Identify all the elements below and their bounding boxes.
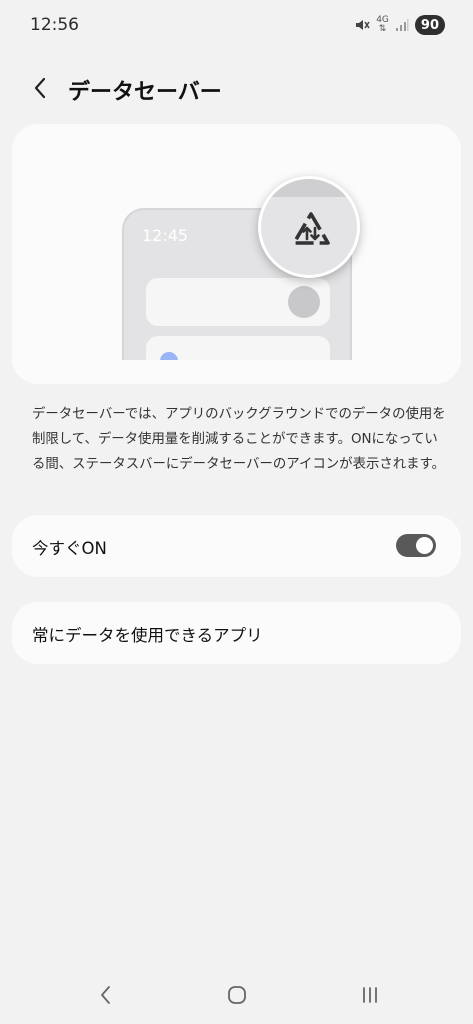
mock-circle	[288, 286, 320, 318]
data-saver-icon	[292, 212, 330, 245]
description-text: データセーバーでは、アプリのバックグラウンドでのデータの使用を制限して、データ使…	[32, 407, 446, 472]
mock-time: 12:45	[142, 226, 189, 245]
unrestricted-apps-row[interactable]: 常にデータを使用できるアプリ	[12, 602, 461, 664]
nav-recents-button[interactable]	[355, 982, 385, 1008]
nav-home-icon	[228, 986, 246, 1004]
nav-back-button[interactable]	[90, 982, 120, 1008]
header: データセーバー	[0, 66, 473, 110]
chevron-left-icon	[34, 77, 46, 99]
illustration-bottom	[12, 360, 461, 384]
nav-home-button[interactable]	[222, 982, 252, 1008]
magnifier-status-strip	[261, 179, 357, 197]
turn-on-now-label: 今すぐON	[32, 539, 107, 558]
nav-recents-icon	[363, 987, 377, 1003]
turn-on-now-row[interactable]: 今すぐON	[12, 515, 461, 577]
nav-back-icon	[101, 986, 110, 1004]
network-type-icon: 4G ⇅	[376, 15, 389, 34]
data-saver-toggle[interactable]	[396, 534, 436, 557]
magnifier-circle	[258, 176, 360, 278]
signal-icon	[395, 19, 409, 31]
toggle-knob	[416, 537, 433, 554]
back-button[interactable]	[24, 72, 56, 104]
status-icons: 4G ⇅ 90	[354, 14, 445, 36]
page-title: データセーバー	[68, 80, 222, 105]
network-type-label: 4G	[376, 15, 389, 25]
mock-list-row	[146, 278, 330, 326]
battery-badge: 90	[414, 15, 445, 35]
illustration-card: 12:45	[12, 124, 461, 384]
status-time: 12:56	[30, 15, 79, 35]
status-bar: 12:56 4G ⇅ 90	[0, 0, 473, 52]
navigation-bar	[0, 970, 473, 1020]
unrestricted-apps-label: 常にデータを使用できるアプリ	[32, 626, 263, 645]
mute-icon	[356, 20, 370, 30]
